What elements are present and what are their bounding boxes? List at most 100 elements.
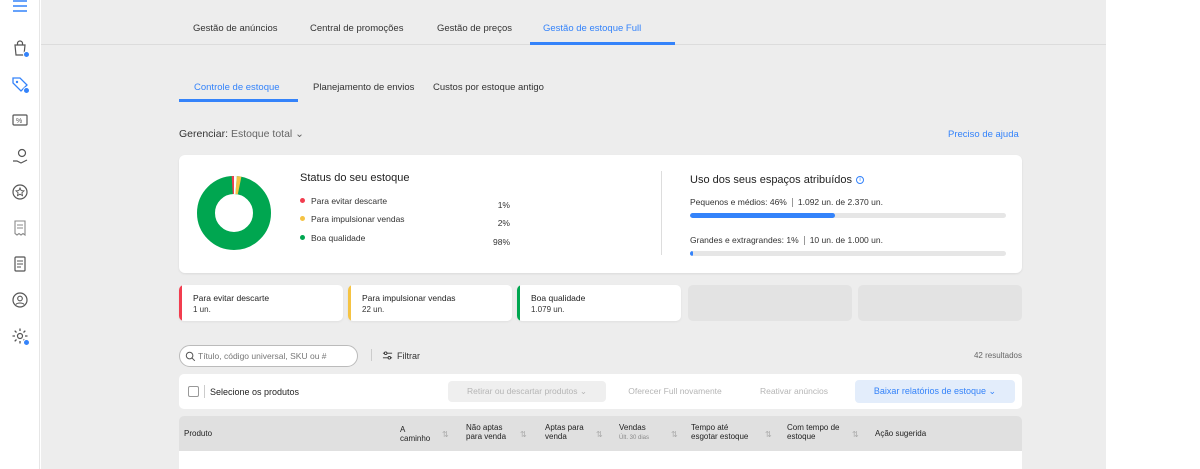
card-value: 22 un. bbox=[362, 305, 385, 314]
legend-row-boa: Boa qualidade bbox=[300, 233, 365, 243]
col-label: Não aptas bbox=[466, 423, 503, 432]
green-dot-icon bbox=[300, 235, 305, 241]
usage-label: Grandes e extragrandes: 1% bbox=[690, 235, 799, 245]
sort-icon[interactable]: ⇅ bbox=[520, 430, 527, 439]
col-label: A bbox=[400, 425, 406, 434]
search-icon bbox=[185, 351, 196, 362]
divider bbox=[371, 349, 372, 361]
legend-pct: 1% bbox=[497, 200, 510, 210]
tab-custos-estoque-antigo[interactable]: Custos por estoque antigo bbox=[433, 82, 544, 93]
divider bbox=[661, 171, 662, 255]
document-icon[interactable] bbox=[10, 254, 30, 274]
legend-label: Para impulsionar vendas bbox=[311, 214, 405, 224]
withdraw-discard-button[interactable]: Retirar ou descartar produtos ⌄ bbox=[448, 381, 606, 402]
help-link[interactable]: Preciso de ajuda bbox=[948, 129, 1019, 140]
menu-icon[interactable] bbox=[10, 0, 30, 16]
results-count: 42 resultados bbox=[973, 351, 1022, 360]
user-circle-icon[interactable] bbox=[10, 290, 30, 310]
col-label: para venda bbox=[466, 432, 507, 441]
card-value: 1.079 un. bbox=[531, 305, 565, 314]
sort-icon[interactable]: ⇅ bbox=[596, 430, 603, 439]
chevron-down-icon: ⌄ bbox=[988, 386, 997, 396]
card-placeholder bbox=[688, 285, 852, 321]
col-label: Com tempo de bbox=[787, 423, 840, 432]
col-label: Aptas para bbox=[545, 423, 584, 432]
col-sublabel: Últ. 30 dias bbox=[619, 435, 650, 441]
reactivate-button[interactable]: Reativar anúncios bbox=[744, 381, 844, 402]
tab-controle-estoque[interactable]: Controle de estoque bbox=[194, 82, 280, 93]
chevron-down-icon: ⌄ bbox=[295, 128, 304, 140]
select-products-label: Selecione os produtos bbox=[210, 387, 300, 397]
receipt-icon[interactable] bbox=[10, 218, 30, 238]
card-boa-qualidade[interactable]: Boa qualidade 1.079 un. bbox=[517, 285, 681, 321]
card-label: Para evitar descarte bbox=[193, 293, 270, 303]
download-label: Baixar relatórios de estoque bbox=[873, 386, 986, 396]
status-title: Status do seu estoque bbox=[300, 172, 410, 184]
money-hand-icon[interactable] bbox=[10, 146, 30, 166]
tab-gestao-precos[interactable]: Gestão de preços bbox=[437, 23, 512, 34]
table-body bbox=[179, 451, 1022, 469]
red-dot-icon bbox=[300, 198, 305, 204]
yellow-dot-icon bbox=[300, 216, 305, 222]
sort-icon[interactable]: ⇅ bbox=[442, 430, 449, 439]
filter-sliders-icon bbox=[382, 351, 393, 360]
withdraw-label: Retirar ou descartar produtos bbox=[466, 386, 578, 396]
sort-icon[interactable]: ⇅ bbox=[852, 430, 859, 439]
active-tab-indicator bbox=[530, 42, 675, 45]
col-com-tempo[interactable]: Com tempo de estoque bbox=[787, 423, 839, 441]
col-vendas[interactable]: Vendas Últ. 30 dias bbox=[619, 423, 649, 443]
download-reports-button[interactable]: Baixar relatórios de estoque ⌄ bbox=[855, 380, 1015, 403]
table-header: Produto Acaminho ⇅ Não aptas para venda ⇅… bbox=[179, 416, 1022, 451]
manage-selector[interactable]: Gerenciar: Estoque total ⌄ bbox=[179, 128, 304, 140]
tab-gestao-anuncios[interactable]: Gestão de anúncios bbox=[193, 23, 278, 34]
chevron-down-icon: ⌄ bbox=[579, 386, 588, 396]
usage-row-small: Pequenos e médios: 46% 1.092 un. de 2.370… bbox=[690, 197, 883, 208]
select-all-checkbox[interactable] bbox=[188, 386, 199, 397]
col-label: Tempo até bbox=[691, 423, 729, 432]
stock-donut-chart bbox=[197, 176, 271, 250]
usage-bar-small bbox=[690, 213, 1006, 218]
shopping-bag-icon[interactable] bbox=[10, 38, 30, 58]
search-input[interactable] bbox=[198, 349, 353, 363]
filter-label: Filtrar bbox=[397, 350, 420, 361]
tag-icon[interactable] bbox=[10, 74, 30, 94]
card-impulsionar-vendas[interactable]: Para impulsionar vendas 22 un. bbox=[348, 285, 512, 321]
legend-label: Boa qualidade bbox=[311, 233, 366, 243]
col-label: estoque bbox=[787, 432, 816, 441]
col-produto[interactable]: Produto bbox=[184, 429, 212, 438]
top-tabs: Gestão de anúncios Central de promoções … bbox=[41, 0, 1106, 45]
tab-central-promocoes[interactable]: Central de promoções bbox=[310, 23, 403, 34]
col-tempo-esgotar[interactable]: Tempo até esgotar estoque bbox=[691, 423, 748, 441]
col-label: caminho bbox=[400, 434, 431, 443]
gear-icon[interactable] bbox=[10, 326, 30, 346]
sort-icon[interactable]: ⇅ bbox=[671, 430, 678, 439]
col-aptas[interactable]: Aptas para venda bbox=[545, 423, 584, 441]
svg-text:%: % bbox=[16, 118, 22, 125]
divider bbox=[204, 385, 205, 398]
coupon-icon[interactable]: % bbox=[10, 110, 30, 130]
main-content: Gestão de anúncios Central de promoções … bbox=[41, 0, 1106, 469]
tab-gestao-estoque-full[interactable]: Gestão de estoque Full bbox=[543, 23, 641, 34]
star-badge-icon[interactable] bbox=[10, 182, 30, 202]
usage-bar-fill bbox=[690, 213, 836, 218]
card-evitar-descarte[interactable]: Para evitar descarte 1 un. bbox=[179, 285, 343, 321]
legend-label: Para evitar descarte bbox=[311, 196, 388, 206]
card-placeholder bbox=[858, 285, 1022, 321]
sort-icon[interactable]: ⇅ bbox=[765, 430, 772, 439]
tab-planejamento-envios[interactable]: Planejamento de envios bbox=[313, 82, 414, 93]
col-nao-aptas[interactable]: Não aptas para venda bbox=[466, 423, 506, 441]
manage-value[interactable]: Estoque total bbox=[231, 128, 292, 140]
col-label: esgotar estoque bbox=[691, 432, 749, 441]
col-a-caminho[interactable]: Acaminho bbox=[400, 425, 430, 443]
filter-button[interactable]: Filtrar bbox=[382, 350, 420, 361]
status-stripe bbox=[348, 285, 351, 321]
status-stripe bbox=[179, 285, 182, 321]
info-icon[interactable]: i bbox=[856, 176, 865, 185]
bulk-actions-toolbar: Selecione os produtos Retirar ou descart… bbox=[179, 374, 1022, 409]
col-acao-sugerida: Ação sugerida bbox=[875, 429, 927, 438]
offer-full-button[interactable]: Oferecer Full novamente bbox=[615, 381, 735, 402]
col-label: venda bbox=[545, 432, 567, 441]
search-box[interactable] bbox=[179, 345, 358, 367]
stock-status-card: Status do seu estoque Para evitar descar… bbox=[179, 155, 1022, 273]
sidebar: % bbox=[0, 0, 40, 469]
